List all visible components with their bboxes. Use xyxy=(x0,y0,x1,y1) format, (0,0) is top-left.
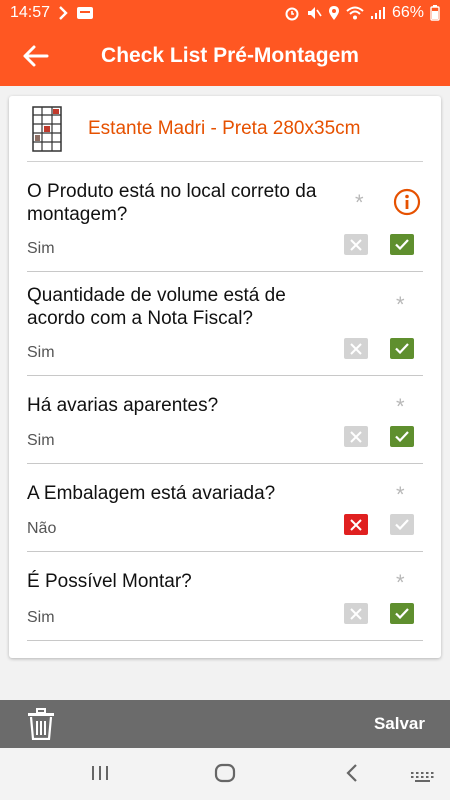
question-text: Quantidade de volume está de acordo com … xyxy=(27,285,286,329)
answer-value: Não xyxy=(27,520,57,537)
check-icon xyxy=(395,608,409,619)
required-asterisk: * xyxy=(396,394,405,419)
back-button[interactable] xyxy=(0,26,70,86)
trash-icon[interactable] xyxy=(26,708,56,740)
product-name: Estante Madri - Preta 280x35cm xyxy=(88,117,361,139)
battery-icon xyxy=(430,5,440,21)
yes-toggle[interactable] xyxy=(390,234,414,255)
mute-icon xyxy=(306,5,322,21)
question-item: A Embalagem está avariada? * Não xyxy=(27,464,423,552)
page-title: Check List Pré-Montagem xyxy=(101,44,359,67)
required-asterisk: * xyxy=(396,570,405,595)
close-icon xyxy=(350,238,362,251)
required-asterisk: * xyxy=(396,292,405,317)
alarm-icon xyxy=(284,5,300,21)
answer-value: Sim xyxy=(27,240,55,257)
status-bar: 14:57 66% xyxy=(0,0,450,26)
battery-percent: 66% xyxy=(391,4,424,21)
question-item: Quantidade de volume está de acordo com … xyxy=(27,272,423,376)
chevron-right-icon xyxy=(58,6,68,20)
save-button[interactable]: Salvar xyxy=(374,714,425,734)
yes-toggle[interactable] xyxy=(390,603,414,624)
question-text: O Produto está no local correto da monta… xyxy=(27,181,317,225)
required-asterisk: * xyxy=(396,482,405,507)
yes-toggle[interactable] xyxy=(390,338,414,359)
check-icon xyxy=(395,343,409,354)
bookshelf-icon xyxy=(32,105,62,152)
yes-toggle[interactable] xyxy=(390,426,414,447)
no-toggle[interactable] xyxy=(344,426,368,447)
signal-icon xyxy=(370,6,386,20)
wifi-icon xyxy=(346,6,364,20)
close-icon xyxy=(350,342,362,355)
info-icon[interactable] xyxy=(393,188,421,216)
question-text: A Embalagem está avariada? xyxy=(27,483,276,504)
required-asterisk: * xyxy=(355,190,364,215)
question-text: É Possível Montar? xyxy=(27,571,192,592)
no-toggle[interactable] xyxy=(344,338,368,359)
app-bar: Check List Pré-Montagem xyxy=(0,26,450,86)
answer-value: Sim xyxy=(27,609,55,626)
location-icon xyxy=(328,5,340,21)
status-time: 14:57 xyxy=(10,4,51,21)
question-item: O Produto está no local correto da monta… xyxy=(27,162,423,272)
no-toggle[interactable] xyxy=(344,234,368,255)
check-icon xyxy=(395,431,409,442)
close-icon xyxy=(350,518,362,531)
question-item: É Possível Montar? * Sim xyxy=(27,552,423,641)
keyboard-icon[interactable] xyxy=(410,762,436,784)
arrow-left-icon xyxy=(23,45,49,67)
content-area: Estante Madri - Preta 280x35cm O Produto… xyxy=(0,86,450,700)
close-icon xyxy=(350,430,362,443)
no-toggle[interactable] xyxy=(344,603,368,624)
answer-value: Sim xyxy=(27,344,55,361)
close-icon xyxy=(350,607,362,620)
back-nav-icon[interactable] xyxy=(342,762,362,784)
checklist-card: Estante Madri - Preta 280x35cm O Produto… xyxy=(9,96,441,658)
product-row: Estante Madri - Preta 280x35cm xyxy=(27,96,423,162)
check-icon xyxy=(395,239,409,250)
bottom-action-bar: Salvar xyxy=(0,700,450,748)
notification-card-icon xyxy=(76,6,94,20)
home-icon[interactable] xyxy=(213,762,237,784)
check-icon xyxy=(395,519,409,530)
question-text: Há avarias aparentes? xyxy=(27,395,219,416)
recent-apps-icon[interactable] xyxy=(89,762,111,784)
question-item: Há avarias aparentes? * Sim xyxy=(27,376,423,464)
answer-value: Sim xyxy=(27,432,55,449)
system-nav-bar xyxy=(0,748,450,800)
yes-toggle[interactable] xyxy=(390,514,414,535)
no-toggle[interactable] xyxy=(344,514,368,535)
